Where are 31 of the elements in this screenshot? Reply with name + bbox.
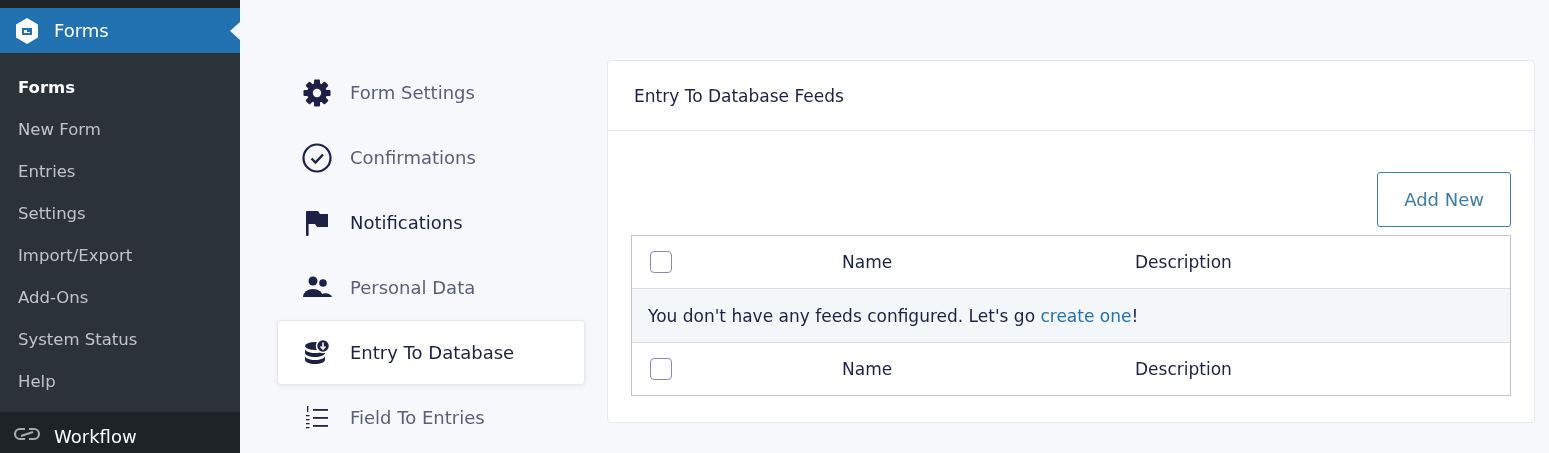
menu-item[interactable]: Workflow [0, 412, 240, 453]
column-header[interactable]: Name [842, 359, 893, 379]
check-circle-icon [302, 142, 332, 173]
settings-tab[interactable]: Field To Entries [277, 385, 585, 450]
submenu-item[interactable]: Entries [0, 150, 240, 192]
create-link[interactable]: create one [1040, 305, 1132, 326]
empty-message: You don't have any feeds configured. Let's go create one! [648, 305, 1139, 326]
menu-header[interactable]: Forms [0, 8, 240, 53]
column-header[interactable]: Description [1135, 252, 1232, 272]
settings-tab[interactable]: Personal Data [277, 255, 585, 320]
submenu-item[interactable]: Help [0, 360, 240, 402]
settings-tab[interactable]: Entry To Database [277, 320, 585, 385]
submenu-item[interactable]: New Form [0, 108, 240, 150]
select-all-checkbox[interactable] [650, 251, 672, 273]
submenu-item[interactable]: System Status [0, 318, 240, 360]
current-pointer [230, 22, 240, 40]
logo-icon [14, 16, 40, 45]
submenu-item[interactable]: Forms [0, 66, 240, 108]
submenu-item[interactable]: Settings [0, 192, 240, 234]
column-header[interactable]: Name [842, 252, 893, 272]
add-new-button[interactable]: Add New [1377, 172, 1511, 227]
settings-icon [302, 77, 332, 108]
submenu-item[interactable]: Add-Ons [0, 276, 240, 318]
submenu-item[interactable]: Import/Export [0, 234, 240, 276]
select-all-checkbox[interactable] [650, 358, 672, 380]
link-icon [12, 426, 42, 442]
settings-tab[interactable]: Form Settings [277, 60, 585, 125]
settings-tab[interactable]: Notifications [277, 190, 585, 255]
panel-title: Entry To Database Feeds [608, 61, 1534, 131]
settings-tab[interactable]: Confirmations [277, 125, 585, 190]
column-header[interactable]: Description [1135, 359, 1232, 379]
